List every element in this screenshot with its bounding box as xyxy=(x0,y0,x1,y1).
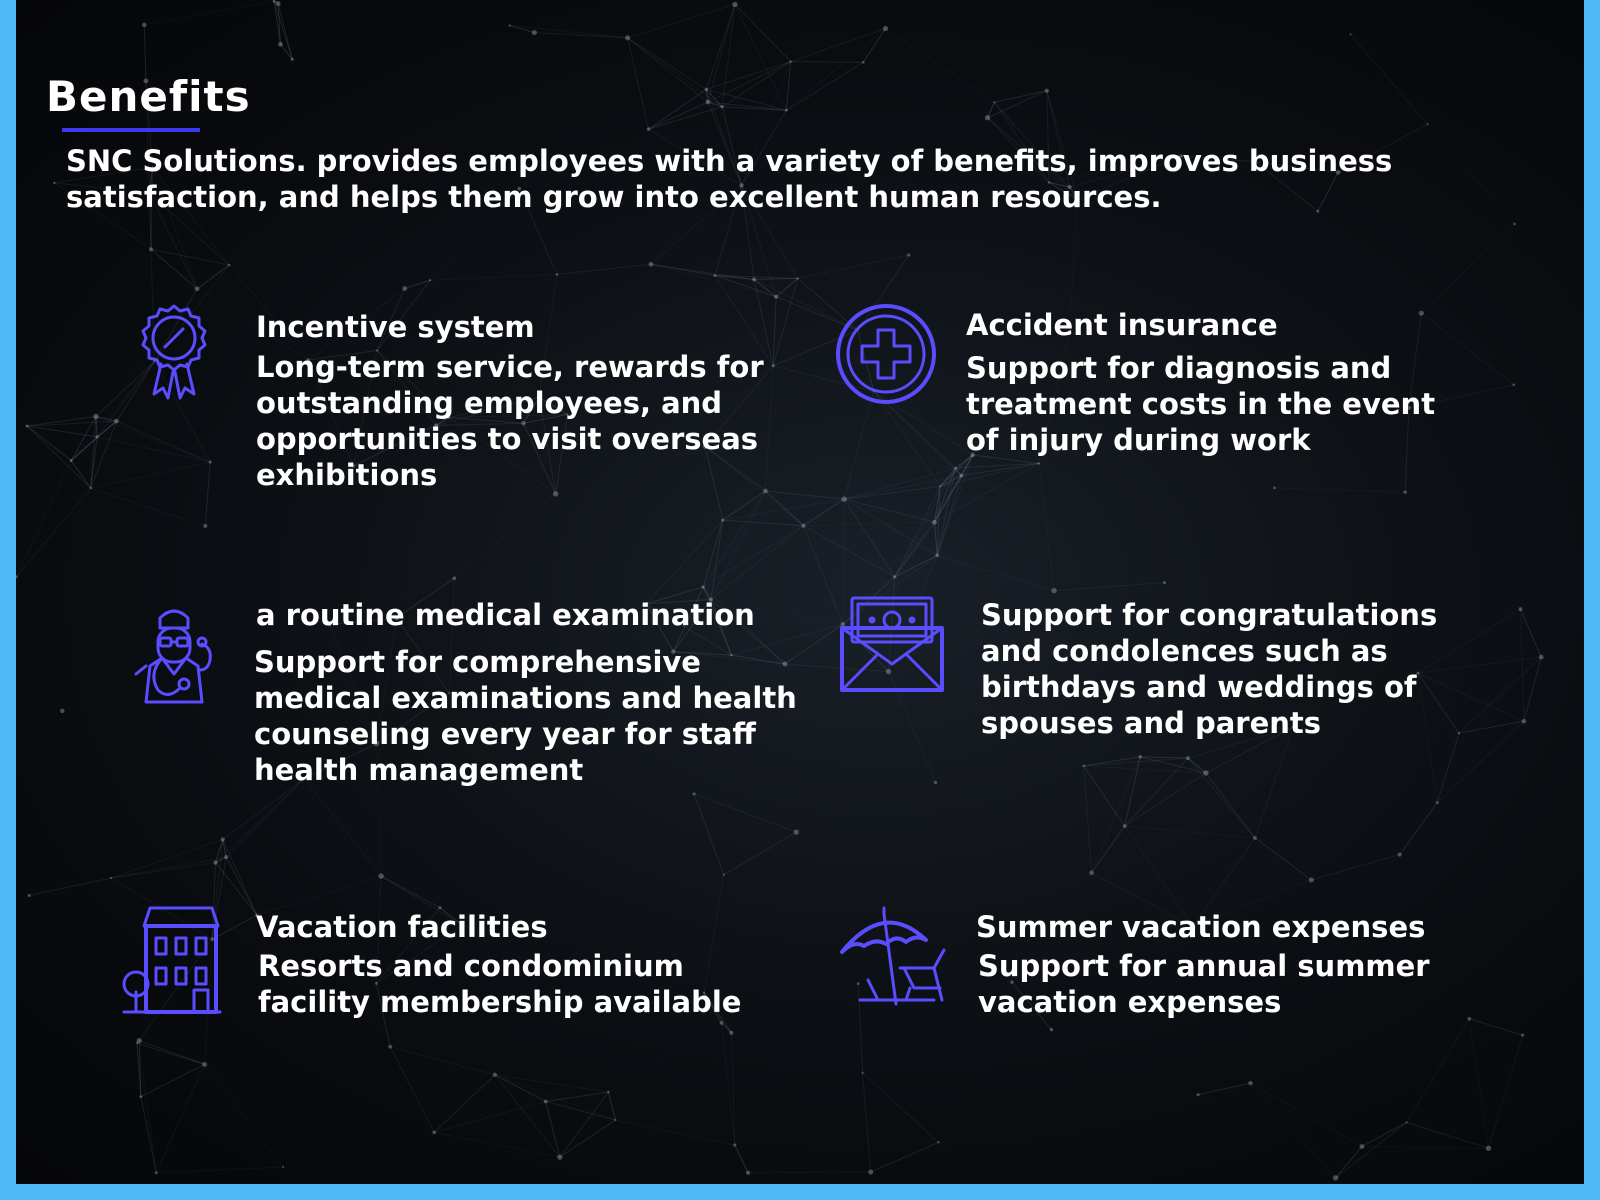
benefit-description: Long-term service, rewards for outstandi… xyxy=(256,350,764,492)
benefit-description: Resorts and condominium facility members… xyxy=(258,949,742,1019)
benefit-heading: Vacation facilities xyxy=(256,910,548,944)
doctor-stethoscope-icon xyxy=(134,609,212,704)
award-ribbon-icon xyxy=(141,304,207,400)
title-underline xyxy=(62,128,200,132)
benefit-heading: Summer vacation expenses xyxy=(976,910,1426,944)
page-title: Benefits xyxy=(46,72,251,121)
intro-text: SNC Solutions. provides employees with a… xyxy=(66,144,1393,214)
benefit-description: Support for annual summer vacation expen… xyxy=(978,949,1430,1019)
medical-cross-icon xyxy=(836,304,936,404)
benefit-heading: a routine medical examination xyxy=(256,598,755,632)
benefits-panel: Benefits SNC Solutions. provides employe… xyxy=(16,0,1584,1184)
benefit-description: Support for comprehensive medical examin… xyxy=(254,645,797,787)
resort-building-icon xyxy=(122,906,222,1014)
benefit-description: Support for congratulations and condolen… xyxy=(981,598,1438,740)
benefit-description: Support for diagnosis and treatment cost… xyxy=(966,351,1436,457)
money-envelope-icon xyxy=(840,596,944,692)
beach-umbrella-icon xyxy=(840,906,946,1006)
benefit-heading: Incentive system xyxy=(256,310,535,344)
benefit-heading: Accident insurance xyxy=(966,308,1278,342)
